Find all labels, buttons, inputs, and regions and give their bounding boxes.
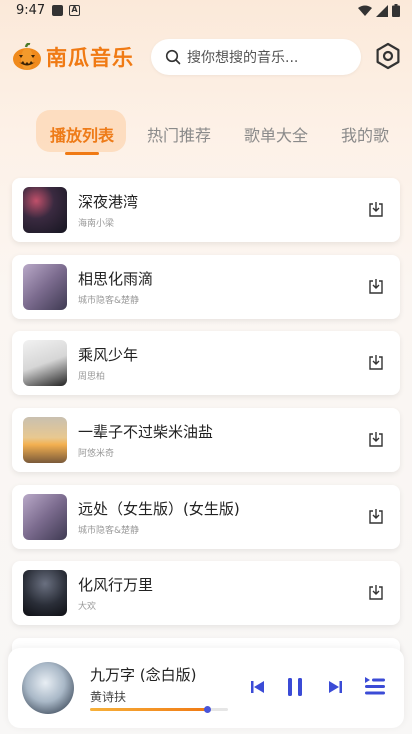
download-icon[interactable] [367,430,385,448]
player-cover[interactable] [22,662,74,714]
mini-player[interactable]: 九万字 (念白版) 黄诗扶 [8,648,404,728]
song-artist: 城市隐客&楚静 [78,296,140,306]
song-artist: 阿悠米奇 [78,449,115,459]
song-item[interactable]: 一辈子不过柴米油盐 阿悠米奇 [12,408,400,472]
search-placeholder: 搜你想搜的音乐... [187,50,299,66]
song-title: 深夜港湾 [78,193,139,211]
song-artist: 大欢 [78,602,97,612]
player-title: 九万字 (念白版) [90,666,197,684]
app-name: 南瓜音乐 [46,46,134,70]
song-item[interactable]: 化风行万里 大欢 [12,561,400,625]
progress-knob[interactable] [204,706,212,713]
download-icon[interactable] [367,507,385,525]
a-icon: A [69,5,80,16]
download-icon[interactable] [367,277,385,295]
progress-fill [90,708,208,711]
playlist-icon[interactable] [364,675,386,697]
pumpkin-logo-icon [13,43,41,70]
status-time: 9:47 [16,3,46,18]
app-logo: 南瓜音乐 [12,42,134,72]
song-cover [23,187,67,233]
tab-hot[interactable]: 热门推荐 [147,122,211,146]
search-bar[interactable]: 搜你想搜的音乐... [151,39,361,75]
song-item[interactable]: 乘风少年 周思柏 [12,331,400,395]
signal-icon [376,4,388,17]
status-bar: 9:47 A [0,0,412,24]
tab-albums[interactable]: 歌单大全 [244,122,308,146]
progress-bar[interactable] [90,706,228,713]
song-cover [23,494,67,540]
pause-icon[interactable] [286,677,304,697]
active-tab-underline [65,152,99,155]
song-item[interactable]: 深夜港湾 海南小梁 [12,178,400,242]
song-title: 化风行万里 [78,576,154,594]
song-item[interactable]: 相思化雨滴 城市隐客&楚静 [12,255,400,319]
notification-icon [52,5,63,16]
song-title: 一辈子不过柴米油盐 [78,423,214,441]
song-title: 乘风少年 [78,346,139,364]
download-icon[interactable] [367,353,385,371]
song-title: 相思化雨滴 [78,270,154,288]
song-artist: 海南小梁 [78,219,115,229]
next-icon[interactable] [328,679,344,695]
download-icon[interactable] [367,200,385,218]
player-artist: 黄诗扶 [90,690,127,704]
tab-my-songs[interactable]: 我的歌 [341,122,389,146]
song-cover [23,340,67,386]
tab-playlist[interactable]: 播放列表 [50,122,114,146]
tab-bar: 播放列表 热门推荐 歌单大全 我的歌 [0,110,412,160]
song-item[interactable]: 远处（女生版）(女生版) 城市隐客&楚静 [12,485,400,549]
song-artist: 周思柏 [78,372,106,382]
settings-icon[interactable] [374,42,402,70]
song-cover [23,570,67,616]
song-artist: 城市隐客&楚静 [78,526,140,536]
download-icon[interactable] [367,583,385,601]
previous-icon[interactable] [249,679,265,695]
wifi-icon [358,5,372,16]
song-cover [23,264,67,310]
search-icon [165,49,181,65]
song-title: 远处（女生版）(女生版) [78,500,240,518]
song-cover [23,417,67,463]
battery-icon [392,4,400,17]
